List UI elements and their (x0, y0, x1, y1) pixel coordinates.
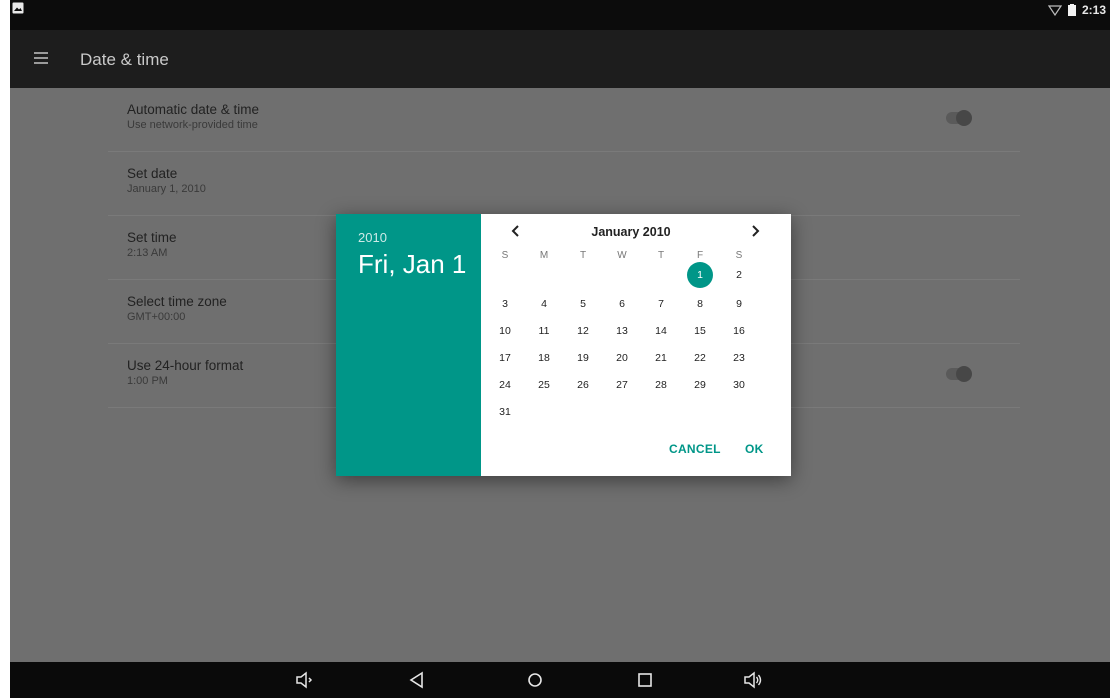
home-icon[interactable] (525, 671, 545, 689)
setting-set-date[interactable]: Set date January 1, 2010 (108, 152, 1020, 216)
month-label: January 2010 (591, 225, 671, 239)
day-cell[interactable]: 22 (687, 345, 713, 371)
day-cell[interactable]: 7 (648, 291, 674, 317)
chevron-right-icon[interactable] (747, 223, 763, 239)
date-picker-header: 2010 Fri, Jan 1 (336, 214, 481, 476)
day-cell[interactable]: 27 (609, 372, 635, 398)
24-hour-format-toggle[interactable] (946, 366, 972, 382)
day-cell[interactable]: 26 (570, 372, 596, 398)
day-cell[interactable]: 10 (492, 318, 518, 344)
page-title: Date & time (80, 50, 169, 69)
automatic-date-time-toggle[interactable] (946, 110, 972, 126)
menu-icon[interactable] (34, 52, 48, 64)
chevron-left-icon[interactable] (508, 223, 524, 239)
day-cell[interactable]: 3 (492, 291, 518, 317)
wifi-icon (1047, 5, 1062, 16)
setting-subtitle: January 1, 2010 (127, 183, 206, 195)
day-cell[interactable]: 4 (531, 291, 557, 317)
setting-automatic-date-time[interactable]: Automatic date & time Use network-provid… (108, 88, 1020, 152)
calendar: January 2010 SMTWTFS 1 2 3 4 5 6 7 8 9 10 11 12 13 14… (481, 214, 791, 476)
day-cell[interactable]: 30 (726, 372, 752, 398)
day-cell-selected[interactable]: 1 (687, 262, 713, 288)
day-cell[interactable]: 17 (492, 345, 518, 371)
back-icon[interactable] (407, 671, 427, 689)
day-cell[interactable]: 8 (687, 291, 713, 317)
weekday-label: M (539, 250, 549, 261)
weekday-label: T (579, 250, 587, 261)
day-cell[interactable]: 24 (492, 372, 518, 398)
screen: 2:13 Date & time Automatic date & time U… (10, 0, 1110, 698)
weekday-label: T (657, 250, 665, 261)
setting-title: Automatic date & time (127, 102, 260, 117)
day-cell[interactable]: 31 (492, 399, 518, 425)
battery-icon (1067, 4, 1076, 16)
day-cell[interactable]: 12 (570, 318, 596, 344)
day-cell[interactable]: 29 (687, 372, 713, 398)
recents-icon[interactable] (635, 671, 655, 689)
day-cell[interactable]: 19 (570, 345, 596, 371)
status-icons: 2:13 (1047, 0, 1106, 20)
day-cell[interactable]: 11 (531, 318, 557, 344)
setting-subtitle: Use network-provided time (127, 119, 258, 131)
header-selected-date[interactable]: Fri, Jan 1 (358, 249, 468, 280)
day-cell[interactable]: 16 (726, 318, 752, 344)
day-cell[interactable]: 18 (531, 345, 557, 371)
setting-title: Set date (127, 166, 178, 181)
weekday-label: S (735, 250, 743, 261)
day-cell[interactable]: 6 (609, 291, 635, 317)
day-cell[interactable]: 25 (531, 372, 557, 398)
day-cell[interactable]: 21 (648, 345, 674, 371)
volume-down-icon[interactable] (295, 671, 315, 689)
cancel-button[interactable]: CANCEL (669, 442, 721, 456)
day-cell[interactable]: 15 (687, 318, 713, 344)
status-time: 2:13 (1081, 3, 1106, 17)
date-picker-dialog: 2010 Fri, Jan 1 January 2010 SMTWTFS 123… (336, 214, 791, 476)
day-cell[interactable]: 9 (726, 291, 752, 317)
app-bar: Date & time (10, 30, 1110, 88)
day-cell[interactable]: 5 (570, 291, 596, 317)
weekday-label: S (501, 250, 509, 261)
day-cell[interactable]: 13 (609, 318, 635, 344)
day-cell[interactable]: 20 (609, 345, 635, 371)
day-cell[interactable]: 2 (726, 262, 752, 288)
weekday-label: W (617, 250, 627, 261)
day-cell[interactable]: 28 (648, 372, 674, 398)
ok-button[interactable]: OK (745, 442, 764, 456)
weekday-label: F (696, 250, 704, 261)
image-notification-icon (12, 2, 24, 14)
navigation-bar (10, 662, 1110, 698)
status-bar: 2:13 (10, 0, 1110, 30)
day-cell[interactable]: 14 (648, 318, 674, 344)
volume-up-icon[interactable] (743, 671, 763, 689)
day-cell[interactable]: 23 (726, 345, 752, 371)
header-year[interactable]: 2010 (358, 230, 481, 245)
